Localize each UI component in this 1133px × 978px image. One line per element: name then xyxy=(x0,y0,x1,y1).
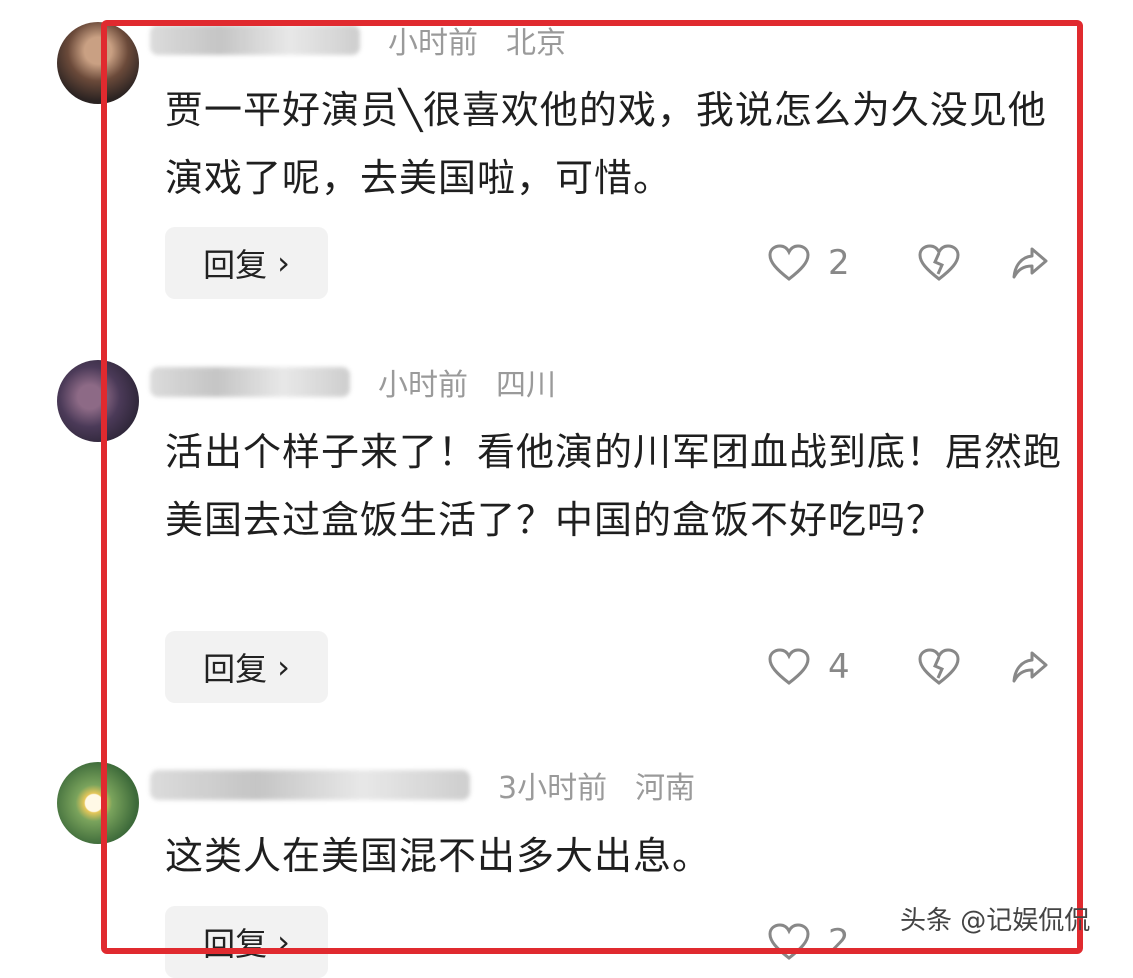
like-count: 2 xyxy=(828,922,850,962)
reply-button[interactable]: 回复 › xyxy=(165,906,328,978)
like-button[interactable]: 2 xyxy=(768,922,868,962)
avatar[interactable] xyxy=(57,762,139,844)
share-icon xyxy=(1012,247,1048,279)
dislike-button[interactable] xyxy=(918,244,960,282)
comment-time: 小时前 xyxy=(378,368,468,403)
avatar[interactable] xyxy=(57,22,139,104)
chevron-right-icon: › xyxy=(277,923,290,961)
blurred-username[interactable] xyxy=(150,25,360,55)
heart-icon xyxy=(768,923,810,960)
watermark: 头条 @记娱侃侃 xyxy=(900,906,1091,936)
comment-actions: 2 xyxy=(768,227,1050,299)
comment-time: 3小时前 xyxy=(498,771,608,806)
comment-time: 小时前 xyxy=(388,26,478,61)
reply-button[interactable]: 回复 › xyxy=(165,631,328,703)
share-button[interactable] xyxy=(1010,243,1050,283)
comment-text: 贾一平好演员╲很喜欢他的戏，我说怎么为久没见他演戏了呢，去美国啦，可惜。 xyxy=(165,88,1047,200)
heart-icon xyxy=(768,648,810,685)
reply-label: 回复 xyxy=(203,925,268,963)
reply-button[interactable]: 回复 › xyxy=(165,227,328,299)
comment-text: 活出个样子来了！看他演的川军团血战到底！居然跑美国去过盒饭生活了？中国的盒饭不好… xyxy=(165,430,1063,542)
like-count: 4 xyxy=(828,647,850,687)
avatar[interactable] xyxy=(57,360,139,442)
chevron-right-icon: › xyxy=(277,244,290,282)
comment-meta: 3小时前 河南 xyxy=(150,765,696,806)
comment-location: 北京 xyxy=(506,26,566,61)
blurred-username[interactable] xyxy=(150,367,350,397)
comment-actions: 4 xyxy=(768,631,1050,703)
like-count: 2 xyxy=(828,243,850,283)
reply-label: 回复 xyxy=(203,246,268,284)
chevron-right-icon: › xyxy=(277,648,290,686)
like-button[interactable]: 4 xyxy=(768,647,868,687)
comment-meta: 小时前 北京 xyxy=(150,20,566,61)
comment-location: 河南 xyxy=(635,771,696,806)
share-icon xyxy=(1012,651,1048,683)
share-button[interactable] xyxy=(1010,647,1050,687)
blurred-username[interactable] xyxy=(150,770,470,800)
reply-label: 回复 xyxy=(203,650,268,688)
dislike-button[interactable] xyxy=(918,648,960,686)
comment-location: 四川 xyxy=(496,368,556,403)
comment-meta: 小时前 四川 xyxy=(150,362,556,403)
heart-icon xyxy=(768,244,810,281)
comment-actions: 2 xyxy=(768,906,868,978)
like-button[interactable]: 2 xyxy=(768,243,868,283)
broken-heart-icon xyxy=(918,244,960,281)
broken-heart-icon xyxy=(918,648,960,685)
comment-text: 这类人在美国混不出多大出息。 xyxy=(165,834,712,878)
